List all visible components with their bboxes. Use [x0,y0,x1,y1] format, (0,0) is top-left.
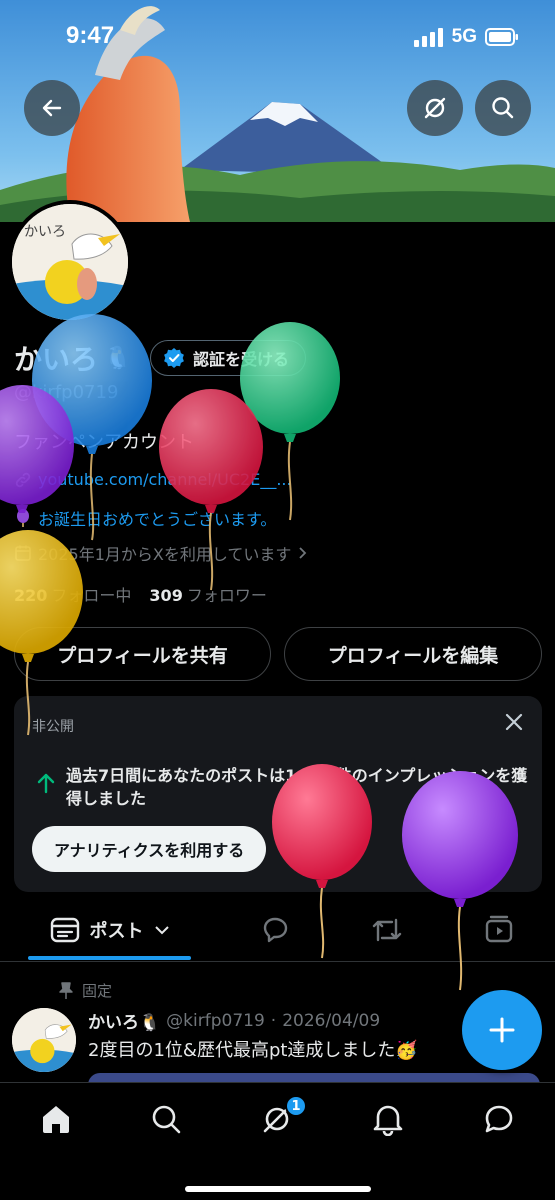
post-header: かいろ🐧 @kirfp0719 · 2026/04/09 [88,1008,380,1034]
profile-link-text[interactable]: youtube.com/channel/UC2E__... [38,470,292,489]
compose-post-button[interactable] [462,990,542,1070]
search-button[interactable] [475,80,531,136]
pinned-indicator: 固定 [58,980,112,1001]
verified-badge-icon [164,348,184,368]
plus-icon [489,1017,515,1043]
use-analytics-button[interactable]: アナリティクスを利用する [32,826,267,872]
get-verified-label: 認証を受ける [193,350,290,369]
share-profile-button[interactable]: プロフィールを共有 [14,627,271,681]
chevron-down-icon[interactable] [154,924,170,936]
svg-text:かいろ: かいろ [24,224,66,240]
status-indicators: 5G [413,26,519,48]
post-author-name[interactable]: かいろ🐧 [88,1008,160,1033]
search-icon [492,97,514,119]
post-separator: · [270,1010,277,1031]
notification-badge: 1 [285,1095,307,1117]
status-time: 9:47 [66,22,115,49]
pinned-label: 固定 [82,982,113,1000]
following-count: 220 [14,586,48,605]
post-feed-icon [50,917,79,943]
bottom-navigation: 1 [0,1082,555,1200]
profile-link[interactable]: youtube.com/channel/UC2E__... [14,470,292,489]
media-icon [485,915,513,943]
post-avatar[interactable] [12,1008,76,1072]
nav-messages[interactable] [481,1101,517,1137]
grok-button[interactable] [407,80,463,136]
analytics-message: 過去7日間にあなたのポストは1,718件のインプレッションを獲得しました [66,766,528,808]
private-label: 非公開 [32,719,74,735]
nav-home[interactable] [38,1101,74,1137]
birthday-text[interactable]: お誕生日おめでとうございます。 [38,506,276,530]
post-date[interactable]: 2026/04/09 [282,1011,380,1031]
birthday-row[interactable]: お誕生日おめでとうございます。 [14,506,276,530]
profile-name: かいろ 🐧 [14,338,131,378]
network-type: 5G [451,26,477,47]
signal-icon [413,28,443,47]
followers-stat[interactable]: 309 フォロワー [149,582,266,606]
reply-icon [263,917,288,943]
profile-bio: ファンペンアカウント [14,432,194,453]
tab-replies[interactable] [240,900,310,960]
followers-count: 309 [149,586,183,605]
balloon-icon [17,509,29,527]
close-button[interactable] [504,712,524,736]
post-author-handle[interactable]: @kirfp0719 [166,1011,265,1031]
joined-row[interactable]: 2025年1月からXを利用しています [14,541,309,565]
tab-posts[interactable]: ポスト [28,900,191,960]
close-icon [505,713,523,731]
tab-reposts[interactable] [352,900,422,960]
back-button[interactable] [24,80,80,136]
profile-handle: @kirfp0719 [14,382,119,403]
messages-icon [485,1105,513,1133]
following-stat[interactable]: 220 フォロー中 [14,582,131,606]
battery-icon [485,28,518,46]
following-label: フォロー中 [51,586,132,605]
follow-stats: 220 フォロー中 309 フォロワー [14,582,267,606]
profile-avatar[interactable]: かいろ [8,200,132,324]
profile-name-text: かいろ [14,343,99,376]
nav-notifications[interactable] [370,1101,406,1137]
analytics-card: 非公開 過去7日間にあなたのポストは1,718件のインプレッションを獲得しました… [14,696,542,892]
joined-text: 2025年1月からXを利用しています [38,545,292,564]
back-arrow-icon [42,99,62,117]
notification-bell-icon [373,1105,403,1136]
home-indicator [185,1186,371,1192]
avatar-image: かいろ [12,204,128,320]
edit-profile-button[interactable]: プロフィールを編集 [284,627,542,681]
nav-search[interactable] [148,1101,184,1137]
get-verified-button[interactable]: 認証を受ける [150,340,307,376]
active-tab-indicator [28,956,191,960]
home-icon [43,1106,69,1133]
search-icon [152,1105,181,1134]
trend-up-indicator [36,772,56,798]
repost-icon [372,918,402,942]
followers-label: フォロワー [186,586,267,605]
post-avatar-image [12,1008,76,1072]
tab-media[interactable] [464,900,534,960]
chevron-right-icon [299,547,307,559]
tab-posts-label: ポスト [89,921,144,942]
trend-up-arrow-icon [37,773,55,794]
link-icon [15,472,31,487]
status-bar: 9:47 5G [0,0,555,70]
grok-icon [424,97,446,119]
post-text[interactable]: 2度目の1位&歴代最高pt達成しました🥳 [88,1036,418,1062]
calendar-icon [15,545,31,561]
profile-tabs: ポスト [0,900,555,962]
profile-name-emoji: 🐧 [104,345,132,371]
pin-icon [59,981,73,999]
